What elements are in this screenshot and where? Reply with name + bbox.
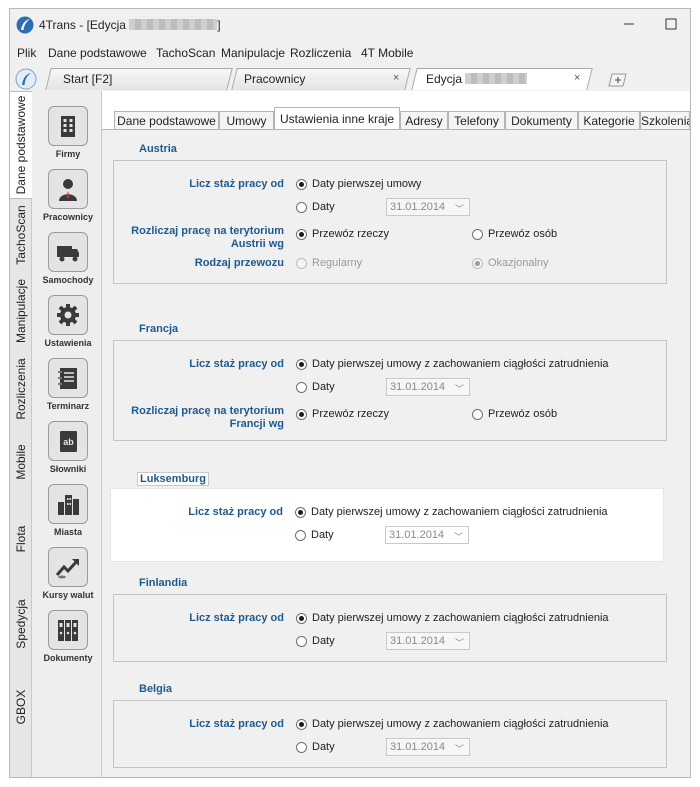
label-staz-belgia: Licz staż pracy od (189, 718, 284, 730)
menu-rozliczenia[interactable]: Rozliczenia (290, 46, 351, 60)
subtab-bar: Dane podstawowe Umowy Ustawienia inne kr… (102, 103, 690, 131)
chevron-down-icon: ﹀ (454, 638, 464, 648)
date-field-finlandia[interactable]: 31.01.2014 ﹀ (386, 632, 470, 650)
label-rozlicz-francja: Rozliczaj pracę na terytorium Francji wg (131, 405, 284, 430)
label-staz-francja: Licz staż pracy od (189, 358, 284, 370)
section-title-belgia: Belgia (139, 683, 173, 695)
label-rodzaj-przewozu: Rodzaj przewozu (194, 257, 284, 269)
tab-edycja-close-icon[interactable]: × (574, 72, 580, 84)
vtab-rozliczenia[interactable]: Rozliczenia (10, 351, 32, 427)
app-logo-icon (16, 16, 34, 34)
subtab-dokumenty[interactable]: Dokumenty (505, 111, 578, 131)
date-field-luksemburg[interactable]: 31.01.2014 ﹀ (385, 526, 469, 544)
vtab-spedycja[interactable]: Spedycja (10, 581, 32, 667)
window-title: 4Trans - [Edycja ] (39, 18, 221, 32)
gear-icon (48, 295, 88, 335)
tile-miasta[interactable]: Miasta (37, 484, 99, 544)
binders-icon (48, 610, 88, 650)
tile-pracownicy[interactable]: Pracownicy (37, 169, 99, 229)
label-staz-luksemburg: Licz staż pracy od (188, 506, 283, 518)
main-content: Dane podstawowe Umowy Ustawienia inne kr… (102, 91, 690, 777)
section-francja: Licz staż pracy od Daty pierwszej umowy … (113, 340, 667, 441)
menu-tachoscan[interactable]: TachoScan (156, 46, 215, 60)
menu-4t-mobile[interactable]: 4T Mobile (361, 46, 413, 60)
tile-kursy-walut[interactable]: Kursy walut (37, 547, 99, 607)
menu-bar: Plik Dane podstawowe TachoScan Manipulac… (10, 43, 690, 63)
document-tab-bar: Start [F2] Pracownicy × Edycja × (10, 67, 690, 91)
date-field-austria[interactable]: 31.01.2014 ﹀ (386, 198, 470, 216)
subtab-dane-podstawowe[interactable]: Dane podstawowe (114, 111, 219, 131)
vtab-flota[interactable]: Flota (10, 497, 32, 581)
city-icon (48, 484, 88, 524)
vtab-tachoscan[interactable]: TachoScan (10, 199, 32, 271)
title-bar: 4Trans - [Edycja ] (10, 9, 690, 41)
vtab-mobile[interactable]: Mobile (10, 427, 32, 497)
chart-arrow-icon (48, 547, 88, 587)
subtab-ustawienia-inne-kraje[interactable]: Ustawienia inne kraje (274, 107, 400, 131)
maximize-icon[interactable] (664, 17, 678, 31)
subtab-umowy[interactable]: Umowy (219, 111, 274, 131)
vtab-dane-podstawowe[interactable]: Dane podstawowe (10, 91, 32, 199)
subtab-szkolenia[interactable]: Szkolenia (640, 111, 690, 131)
settings-panel: Austria Licz staż pracy od Daty pierwsze… (102, 129, 690, 777)
subtab-adresy[interactable]: Adresy (400, 111, 448, 131)
building-icon (48, 106, 88, 146)
tile-firmy[interactable]: Firmy (37, 106, 99, 166)
chevron-down-icon: ﹀ (454, 744, 464, 754)
section-belgia: Licz staż pracy od Daty pierwszej umowy … (113, 700, 667, 768)
svg-text:ab: ab (63, 437, 74, 447)
vtab-manipulacje[interactable]: Manipulacje (10, 271, 32, 351)
label-staz-austria: Licz staż pracy od (189, 178, 284, 190)
section-title-francja: Francja (139, 323, 179, 335)
chevron-down-icon: ﹀ (453, 532, 463, 542)
person-icon (48, 169, 88, 209)
redacted-tab-name (465, 73, 528, 84)
vtab-gbox[interactable]: GBOX (10, 667, 32, 747)
date-field-belgia[interactable]: 31.01.2014 ﹀ (386, 738, 470, 756)
new-tab-icon[interactable] (606, 73, 628, 87)
home-logo-icon[interactable] (13, 67, 39, 91)
tab-pracownicy-label: Pracownicy (244, 72, 306, 86)
tab-edycja-label: Edycja (426, 72, 528, 86)
section-finlandia: Licz staż pracy od Daty pierwszej umowy … (113, 594, 667, 662)
dictionary-icon: ab (48, 421, 88, 461)
truck-icon (48, 232, 88, 272)
section-title-luksemburg: Luksemburg (137, 472, 210, 486)
vertical-tab-strip: Dane podstawowe TachoScan Manipulacje Ro… (10, 91, 32, 777)
label-rozlicz-austria: Rozliczaj pracę na terytorium Austrii wg (131, 225, 284, 250)
tab-pracownicy-close-icon[interactable]: × (393, 72, 399, 84)
tile-slowniki[interactable]: ab Słowniki (37, 421, 99, 481)
tile-ustawienia[interactable]: Ustawienia (37, 295, 99, 355)
section-title-austria: Austria (139, 143, 177, 155)
label-staz-finlandia: Licz staż pracy od (189, 612, 284, 624)
section-austria: Licz staż pracy od Daty pierwszej umowy … (113, 160, 667, 284)
tab-start-label: Start [F2] (63, 72, 113, 86)
section-luksemburg: Licz staż pracy od Daty pierwszej umowy … (111, 489, 663, 561)
tile-terminarz[interactable]: Terminarz (37, 358, 99, 418)
tile-samochody[interactable]: Samochody (37, 232, 99, 292)
notebook-icon (48, 358, 88, 398)
menu-manipulacje[interactable]: Manipulacje (221, 46, 285, 60)
app-window: 4Trans - [Edycja ] Plik Dane podstawowe … (9, 8, 691, 778)
date-field-francja[interactable]: 31.01.2014 ﹀ (386, 378, 470, 396)
menu-plik[interactable]: Plik (17, 46, 36, 60)
chevron-down-icon: ﹀ (454, 384, 464, 394)
tile-dokumenty[interactable]: Dokumenty (37, 610, 99, 670)
chevron-down-icon: ﹀ (454, 204, 464, 214)
left-sidebar: Dane podstawowe TachoScan Manipulacje Ro… (10, 91, 102, 777)
minimize-icon[interactable] (622, 17, 636, 31)
subtab-kategorie[interactable]: Kategorie (578, 111, 640, 131)
menu-dane-podstawowe[interactable]: Dane podstawowe (48, 46, 147, 60)
section-title-finlandia: Finlandia (139, 577, 188, 589)
redacted-name (129, 19, 218, 30)
subtab-telefony[interactable]: Telefony (448, 111, 505, 131)
